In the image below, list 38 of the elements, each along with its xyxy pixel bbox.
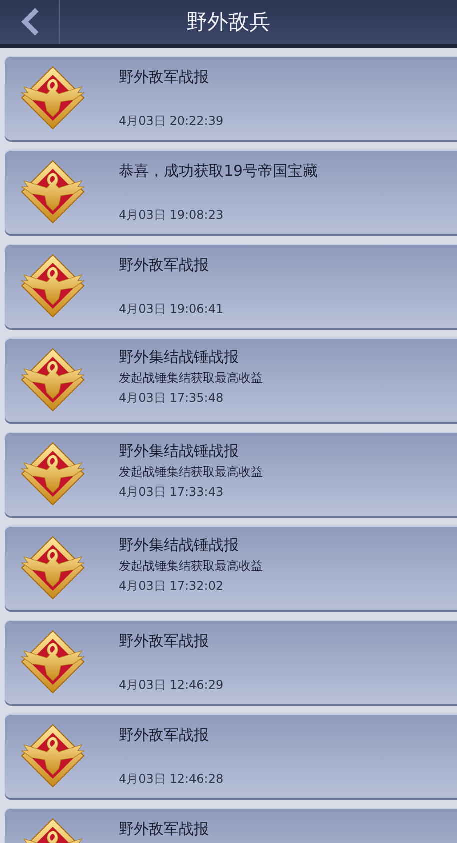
report-time: 4月03日 19:08:23 <box>119 207 225 224</box>
report-time: 4月03日 12:46:29 <box>119 677 224 694</box>
report-card[interactable]: 野外敌军战报 4月03日 19:06:41 <box>5 244 457 328</box>
report-card[interactable]: 野外集结战锤战报 发起战锤集结获取最高收益 4月03日 17:33:43 <box>5 432 457 516</box>
eagle-emblem-icon <box>20 629 86 695</box>
report-title: 野外敌军战报 <box>119 632 210 651</box>
report-title: 野外集结战锤战报 <box>119 442 240 461</box>
report-card[interactable]: 野外集结战锤战报 发起战锤集结获取最高收益 4月03日 17:35:48 <box>5 338 457 422</box>
report-title: 野外集结战锤战报 <box>119 536 240 555</box>
report-title: 野外敌军战报 <box>119 68 210 87</box>
report-card[interactable]: 野外敌军战报 <box>5 808 457 843</box>
report-time: 4月03日 20:22:39 <box>119 113 224 130</box>
eagle-emblem-icon <box>20 159 86 225</box>
report-card[interactable]: 恭喜，成功获取19号帝国宝藏 4月03日 19:08:23 <box>5 150 457 234</box>
report-time: 4月03日 19:06:41 <box>119 301 224 318</box>
report-card[interactable]: 野外敌军战报 4月03日 20:22:39 <box>5 56 457 140</box>
report-title: 恭喜，成功获取19号帝国宝藏 <box>119 162 318 181</box>
eagle-emblem-icon <box>20 253 86 319</box>
report-time: 4月03日 17:32:02 <box>119 578 225 595</box>
report-subtitle: 发起战锤集结获取最高收益 <box>119 558 263 575</box>
eagle-emblem-icon <box>20 723 86 789</box>
report-subtitle: 发起战锤集结获取最高收益 <box>119 464 263 481</box>
eagle-emblem-icon <box>20 535 86 601</box>
eagle-emblem-icon <box>20 441 86 507</box>
report-time: 4月03日 17:33:43 <box>119 484 225 501</box>
eagle-emblem-icon <box>20 347 86 413</box>
report-title: 野外敌军战报 <box>119 256 210 275</box>
report-card[interactable]: 野外集结战锤战报 发起战锤集结获取最高收益 4月03日 17:32:02 <box>5 526 457 610</box>
report-title: 野外集结战锤战报 <box>119 348 240 367</box>
report-card[interactable]: 野外敌军战报 4月03日 12:46:29 <box>5 620 457 704</box>
report-subtitle: 发起战锤集结获取最高收益 <box>119 370 263 387</box>
page-title: 野外敌兵 <box>186 9 272 36</box>
eagle-emblem-icon <box>20 65 86 131</box>
report-card[interactable]: 野外敌军战报 4月03日 12:46:28 <box>5 714 457 798</box>
report-title: 野外敌军战报 <box>119 820 209 839</box>
report-time: 4月03日 12:46:28 <box>119 771 224 788</box>
report-title: 野外敌军战报 <box>119 726 210 745</box>
report-time: 4月03日 17:35:48 <box>119 390 225 407</box>
